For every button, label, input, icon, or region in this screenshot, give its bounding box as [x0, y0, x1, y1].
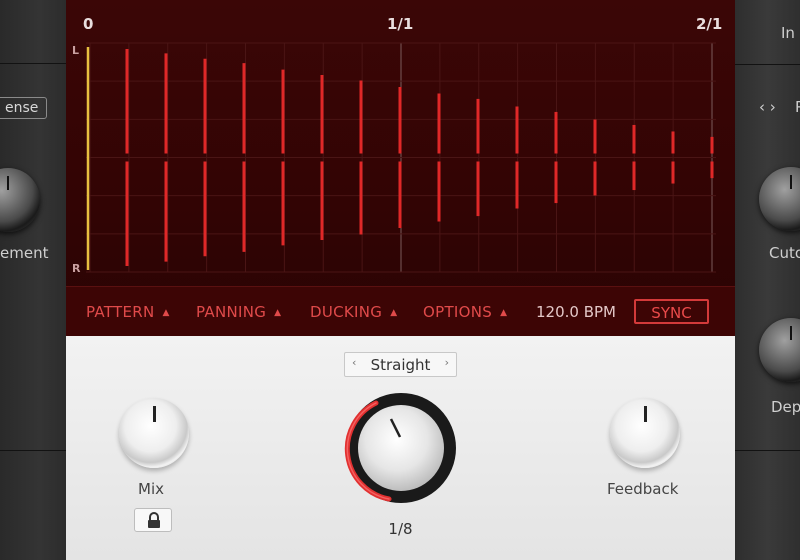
mode-selector[interactable]: ‹ Straight › [344, 352, 457, 377]
triangle-up-icon: ▲ [162, 308, 170, 318]
triangle-up-icon: ▲ [390, 308, 398, 318]
delay-time-value: 1/8 [388, 520, 413, 538]
depth-knob[interactable] [759, 318, 800, 382]
mode-selector-value: Straight [370, 356, 431, 374]
input-label: In [781, 24, 795, 42]
chevron-right-icon[interactable]: › [445, 356, 449, 369]
editor-toolbar: PATTERN ▲ PANNING ▲ DUCKING ▲ OPTIONS ▲ 120.… [66, 286, 735, 337]
cutoff-knob[interactable] [759, 167, 800, 231]
preset-name: P [795, 98, 800, 116]
options-menu[interactable]: OPTIONS ▲ [423, 303, 507, 321]
feedback-knob[interactable] [610, 398, 680, 468]
echo-pattern-grid[interactable] [86, 10, 716, 285]
divider [735, 450, 800, 451]
cutoff-label: Cuto [769, 244, 800, 262]
pattern-menu[interactable]: PATTERN ▲ [86, 303, 170, 321]
left-side-panel: ense ement [0, 0, 66, 560]
panning-menu-label: PANNING [196, 303, 267, 321]
options-menu-label: OPTIONS [423, 303, 493, 321]
delay-time-knob-graphic [344, 393, 456, 503]
panning-menu[interactable]: PANNING ▲ [196, 303, 281, 321]
depth-label: Dep [771, 398, 800, 416]
ducking-menu-label: DUCKING [310, 303, 383, 321]
sense-button[interactable]: ense [0, 97, 48, 119]
right-channel-label: R [72, 262, 81, 275]
mix-knob-indicator [153, 406, 156, 422]
ducking-menu[interactable]: DUCKING ▲ [310, 303, 397, 321]
triangle-up-icon: ▲ [274, 308, 282, 318]
triangle-up-icon: ▲ [500, 308, 508, 318]
divider [735, 64, 800, 65]
movement-knob-label: ement [0, 244, 49, 262]
control-panel: ‹ Straight › Mix 1/8 Feedback [66, 336, 735, 560]
divider [0, 450, 66, 451]
divider [0, 63, 66, 64]
feedback-knob-indicator [644, 406, 647, 422]
mix-knob[interactable] [119, 398, 189, 468]
preset-nav-arrows[interactable]: ‹ › [759, 98, 776, 116]
movement-knob[interactable] [0, 168, 40, 232]
sync-button[interactable]: SYNC [634, 299, 709, 324]
delay-time-knob[interactable] [344, 391, 458, 505]
feedback-label: Feedback [607, 480, 679, 498]
left-channel-label: L [72, 44, 80, 57]
right-side-panel: In ‹ › P Cuto Dep [735, 0, 800, 560]
mix-label: Mix [138, 480, 164, 498]
pattern-menu-label: PATTERN [86, 303, 155, 321]
tempo-display: 120.0 BPM [536, 303, 616, 321]
